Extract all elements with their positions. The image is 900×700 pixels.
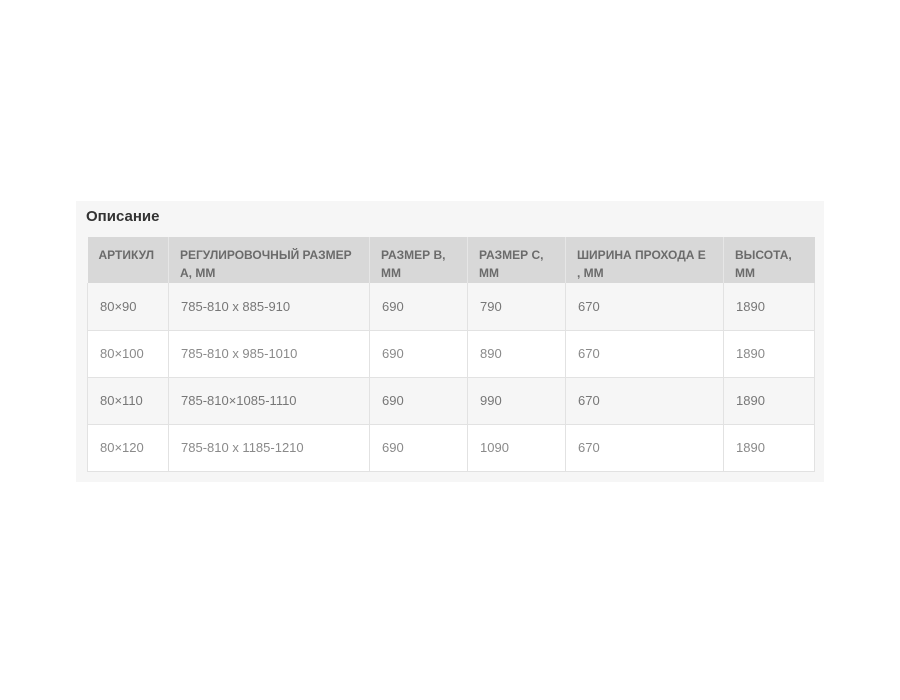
cell-passage-width-e: 670 [565,424,724,472]
cell-adjustment-size-a: 785-810 x 985-1010 [168,330,370,378]
cell-size-b: 690 [369,330,468,378]
cell-adjustment-size-a: 785-810 x 885-910 [168,283,370,331]
table-row: 80×110 785-810×1085-1110 690 990 670 189… [87,377,815,425]
cell-article: 80×120 [87,424,169,472]
table-row: 80×120 785-810 x 1185-1210 690 1090 670 … [87,424,815,472]
cell-size-b: 690 [369,377,468,425]
table-header-row: АРТИКУЛ РЕГУЛИРОВОЧНЫЙ РАЗМЕР А, ММ РАЗМ… [87,237,815,283]
cell-passage-width-e: 670 [565,283,724,331]
cell-size-b: 690 [369,283,468,331]
column-header-adjustment-size-a: РЕГУЛИРОВОЧНЫЙ РАЗМЕР А, ММ [168,237,370,283]
cell-size-c: 890 [467,330,566,378]
cell-adjustment-size-a: 785-810×1085-1110 [168,377,370,425]
specifications-table: АРТИКУЛ РЕГУЛИРОВОЧНЫЙ РАЗМЕР А, ММ РАЗМ… [87,237,815,472]
table-row: 80×100 785-810 x 985-1010 690 890 670 18… [87,330,815,378]
cell-size-c: 1090 [467,424,566,472]
cell-height: 1890 [723,424,815,472]
cell-adjustment-size-a: 785-810 x 1185-1210 [168,424,370,472]
cell-height: 1890 [723,283,815,331]
cell-height: 1890 [723,330,815,378]
cell-size-b: 690 [369,424,468,472]
column-header-size-b: РАЗМЕР В, ММ [369,237,468,283]
description-panel: Описание АРТИКУЛ РЕГУЛИРОВОЧНЫЙ РАЗМЕР А… [76,201,824,482]
section-title: Описание [86,208,160,225]
column-header-size-c: РАЗМЕР С, ММ [467,237,566,283]
cell-passage-width-e: 670 [565,377,724,425]
cell-size-c: 790 [467,283,566,331]
cell-article: 80×110 [87,377,169,425]
cell-article: 80×100 [87,330,169,378]
column-header-height: ВЫСОТА, ММ [723,237,815,283]
cell-passage-width-e: 670 [565,330,724,378]
cell-size-c: 990 [467,377,566,425]
cell-height: 1890 [723,377,815,425]
cell-article: 80×90 [87,283,169,331]
column-header-article: АРТИКУЛ [87,237,169,283]
table-row: 80×90 785-810 x 885-910 690 790 670 1890 [87,283,815,331]
column-header-passage-width-e: ШИРИНА ПРОХОДА Е , ММ [565,237,724,283]
